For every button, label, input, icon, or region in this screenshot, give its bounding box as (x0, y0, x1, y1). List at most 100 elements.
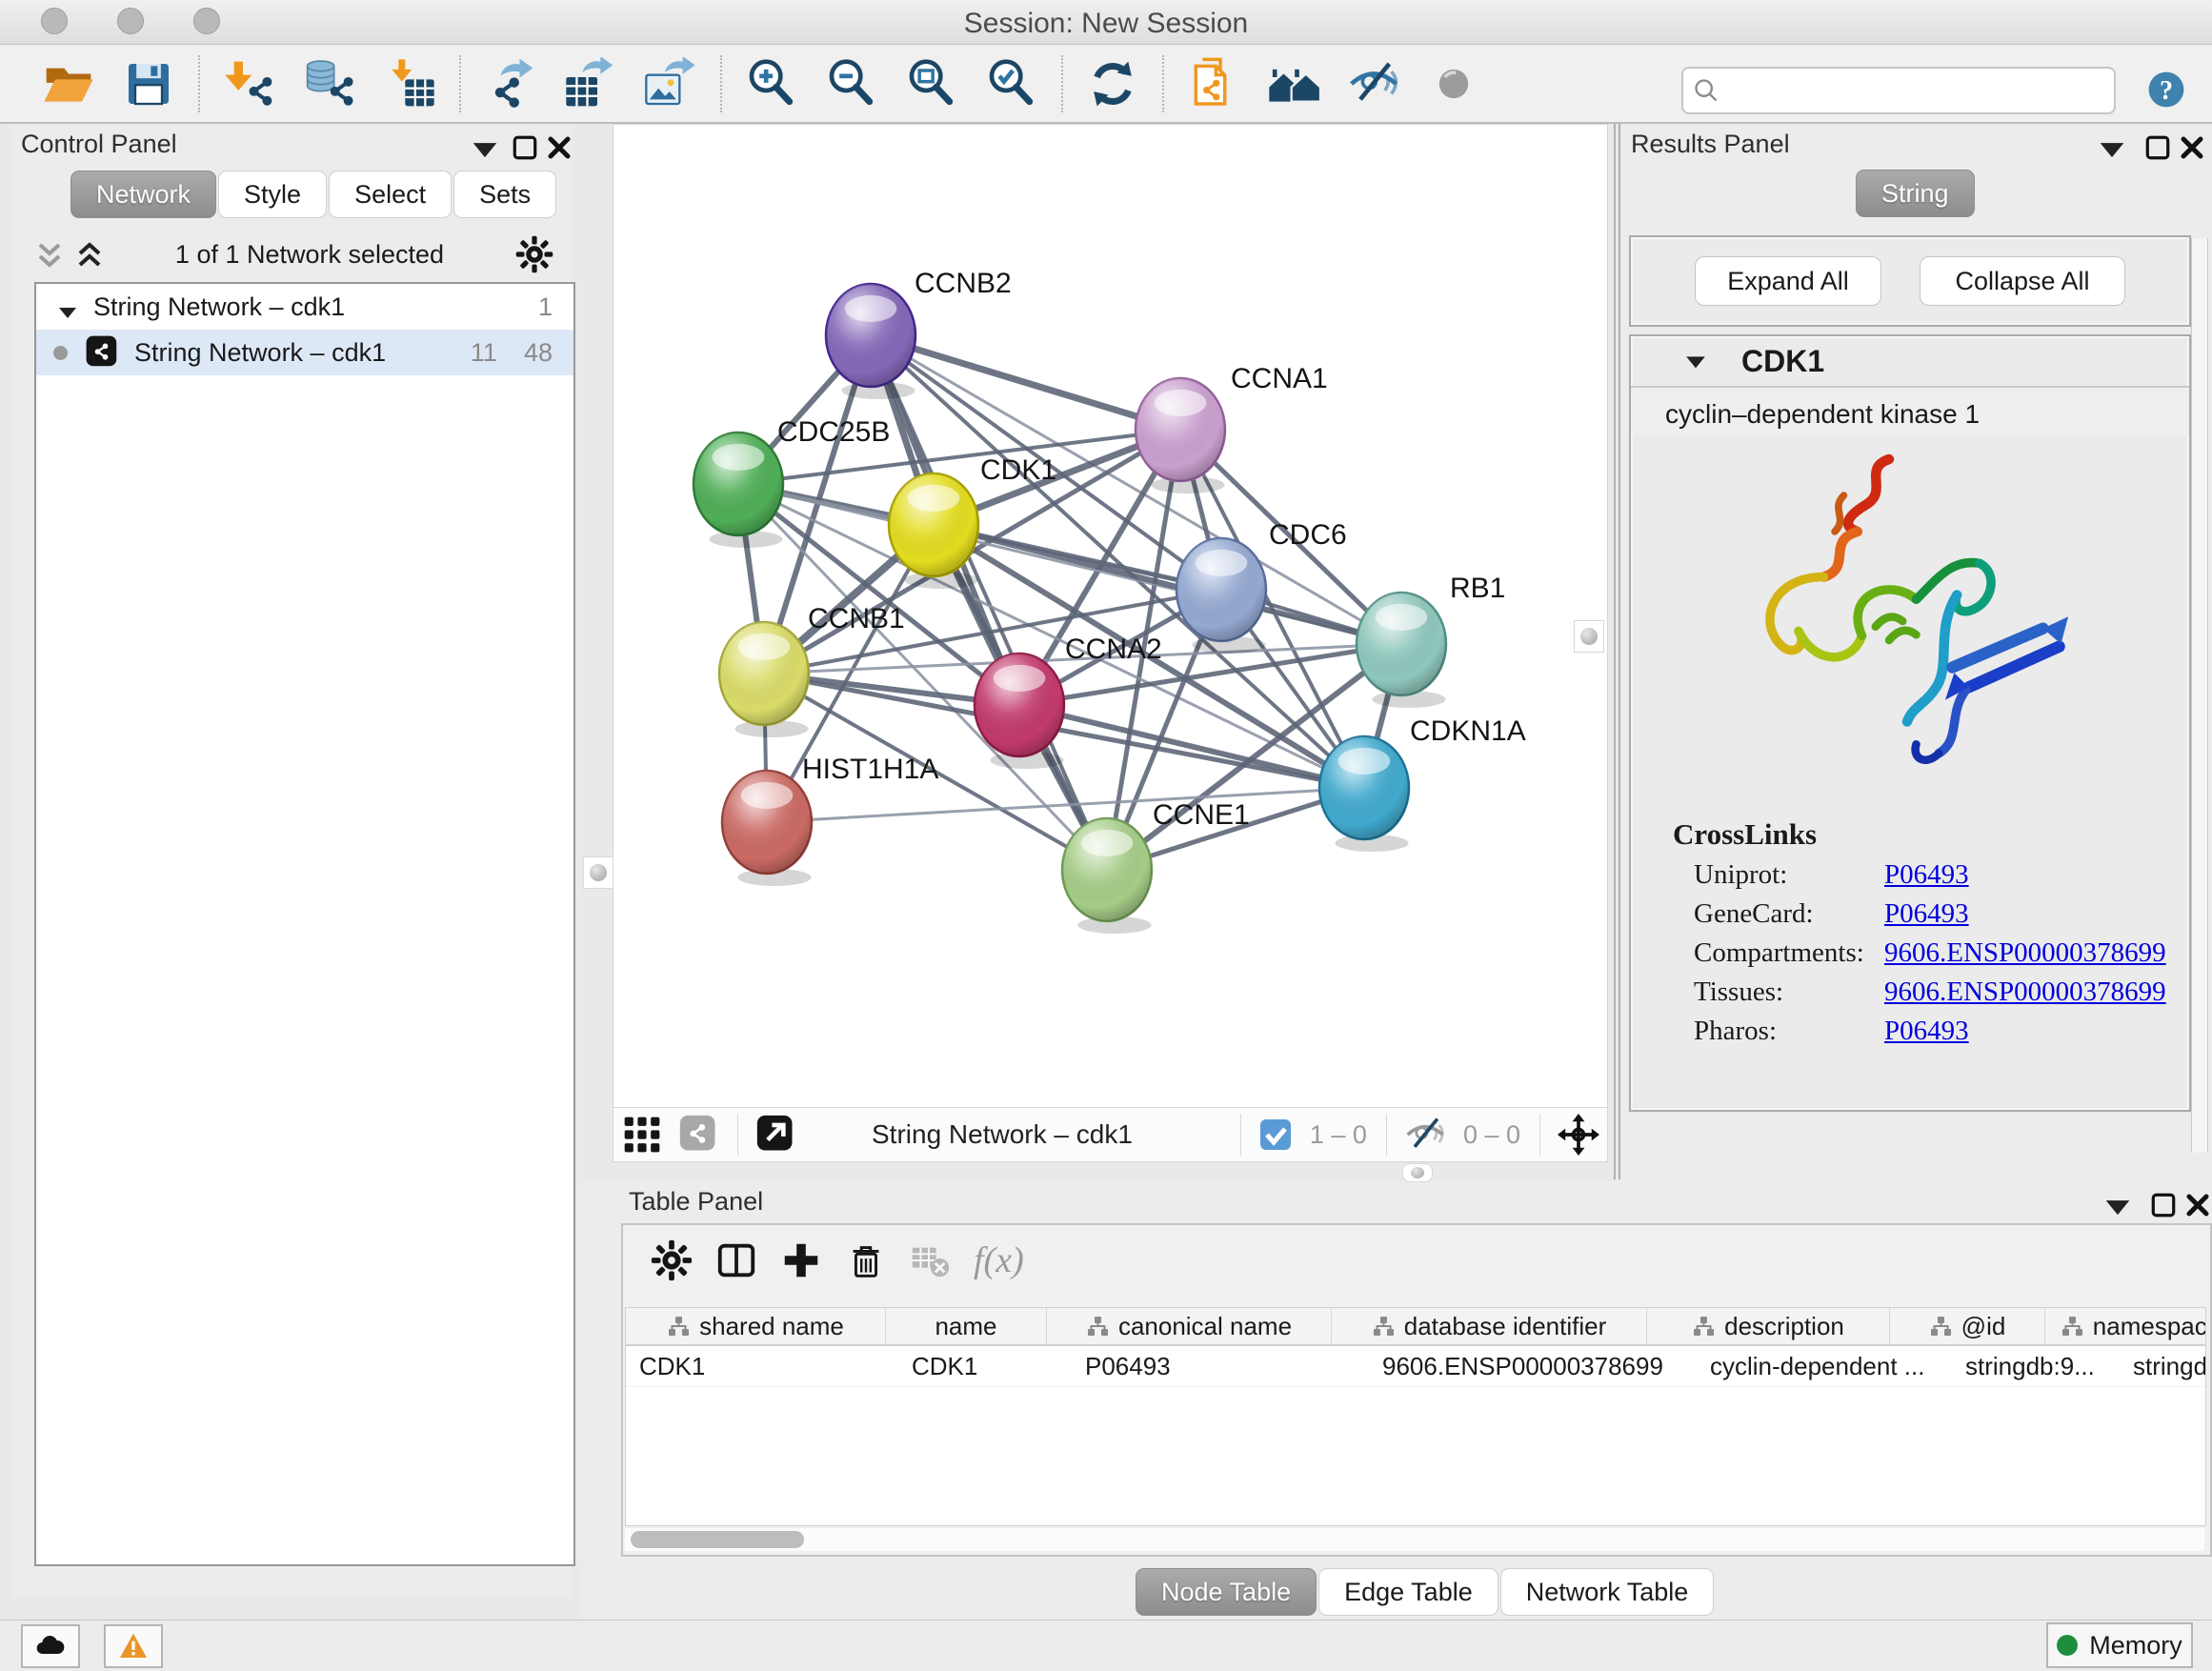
cloud-icon[interactable] (21, 1624, 80, 1668)
table-cell[interactable]: 9606.ENSP00000378699 (1369, 1346, 1697, 1386)
show-all-icon[interactable] (1427, 57, 1480, 111)
export-image-icon[interactable] (644, 57, 697, 111)
node-HIST1H1A[interactable] (722, 771, 812, 886)
table-cell[interactable]: cyclin-dependent ... (1697, 1346, 1952, 1386)
node-CDC25B[interactable] (694, 433, 783, 548)
delete-table-icon[interactable] (909, 1238, 953, 1282)
edge-CCNB2-CCNE1[interactable] (871, 335, 1107, 870)
network-overview-grid-icon[interactable] (621, 1114, 663, 1156)
column-header-shared-name[interactable]: shared name (626, 1308, 886, 1344)
results-scrollbar[interactable] (2191, 238, 2208, 1153)
zoom-out-icon[interactable] (825, 57, 878, 111)
table-hscrollbar[interactable] (625, 1528, 2204, 1551)
network-birdseye-icon[interactable] (678, 1114, 720, 1156)
import-network-database-icon[interactable] (303, 57, 356, 111)
column-header-name[interactable]: name (886, 1308, 1047, 1344)
gear-icon[interactable] (514, 234, 554, 274)
table-settings-icon[interactable] (650, 1238, 694, 1282)
panel-collapse-icon[interactable] (2103, 1193, 2132, 1221)
hide-selected-icon[interactable] (1347, 57, 1400, 111)
crosslink-link[interactable]: 9606.ENSP00000378699 (1884, 937, 2166, 969)
edge-CCNB2-CCNA1[interactable] (871, 335, 1180, 430)
splitter-handle[interactable] (583, 856, 613, 889)
panel-float-icon[interactable] (2149, 1191, 2178, 1219)
tab-sets[interactable]: Sets (453, 171, 556, 218)
delete-row-icon[interactable] (844, 1238, 888, 1282)
tab-node-table[interactable]: Node Table (1136, 1568, 1317, 1616)
node-CCNB1[interactable] (719, 622, 809, 737)
table-cell[interactable]: stringdb:9... (1952, 1346, 2120, 1386)
panel-float-icon[interactable] (2143, 133, 2172, 162)
splitter-handle[interactable] (1402, 1163, 1433, 1182)
detach-view-icon[interactable] (755, 1114, 797, 1156)
fit-content-icon[interactable] (905, 57, 958, 111)
tab-string[interactable]: String (1856, 170, 1975, 217)
tab-select[interactable]: Select (329, 171, 452, 218)
vertical-splitter[interactable] (1619, 124, 1620, 1179)
scrollbar-thumb[interactable] (631, 1531, 804, 1548)
table-cell[interactable]: P06493 (1072, 1346, 1369, 1386)
tab-style[interactable]: Style (218, 171, 327, 218)
panel-close-icon[interactable] (545, 133, 573, 162)
crosslink-link[interactable]: P06493 (1884, 898, 1969, 930)
add-row-icon[interactable] (779, 1238, 823, 1282)
network-canvas[interactable]: CCNB2CCNA1CDC25BCDK1CDC6RB1CCNB1CCNA2CDK… (613, 124, 1608, 1109)
crosslink-link[interactable]: P06493 (1884, 859, 1969, 891)
panel-float-icon[interactable] (511, 133, 539, 162)
export-table-icon[interactable] (564, 57, 617, 111)
node-CDKN1A[interactable] (1319, 736, 1409, 852)
zoom-in-icon[interactable] (745, 57, 798, 111)
table-cell[interactable]: stringdb (2120, 1346, 2206, 1386)
table-cell[interactable]: CDK1 (626, 1346, 898, 1386)
manage-columns-icon[interactable] (714, 1238, 758, 1282)
triangle-down-icon[interactable] (57, 298, 78, 315)
crosslink-link[interactable]: P06493 (1884, 1016, 1969, 1047)
save-session-icon[interactable] (122, 57, 175, 111)
splitter-handle[interactable] (1574, 620, 1604, 653)
gene-section-header[interactable]: CDK1 (1631, 336, 2189, 388)
pan-crosshair-icon[interactable] (1558, 1114, 1599, 1156)
open-session-icon[interactable] (42, 57, 95, 111)
node-RB1[interactable] (1357, 593, 1446, 708)
vertical-splitter[interactable] (1614, 124, 1616, 1179)
export-network-icon[interactable] (484, 57, 537, 111)
tab-network[interactable]: Network (70, 171, 216, 218)
function-builder-button[interactable]: f(x) (974, 1239, 1024, 1281)
node-CCNB2[interactable] (826, 284, 915, 399)
import-table-file-icon[interactable] (383, 57, 436, 111)
network-graph[interactable]: CCNB2CCNA1CDC25BCDK1CDC6RB1CCNB1CCNA2CDK… (613, 125, 1607, 1108)
column-header-namespace[interactable]: namespace (2045, 1308, 2206, 1344)
new-network-from-selection-icon[interactable] (1187, 57, 1240, 111)
zoom-selected-icon[interactable] (985, 57, 1038, 111)
node-CCNE1[interactable] (1062, 818, 1152, 934)
table-row[interactable]: CDK1CDK1P064939606.ENSP00000378699cyclin… (626, 1346, 2205, 1387)
warning-icon[interactable] (104, 1624, 163, 1668)
tab-network-table[interactable]: Network Table (1500, 1568, 1715, 1616)
panel-collapse-icon[interactable] (2098, 135, 2126, 164)
selected-checkbox-icon[interactable] (1258, 1117, 1293, 1152)
panel-collapse-icon[interactable] (471, 135, 499, 164)
chevron-double-up-icon[interactable] (74, 237, 105, 272)
search-input[interactable] (1727, 70, 2102, 109)
tab-edge-table[interactable]: Edge Table (1318, 1568, 1498, 1616)
expand-all-button[interactable]: Expand All (1695, 256, 1881, 306)
column-header-description[interactable]: description (1647, 1308, 1890, 1344)
first-neighbors-icon[interactable] (1267, 57, 1320, 111)
triangle-down-icon[interactable] (1684, 352, 1707, 370)
node-CCNA1[interactable] (1136, 378, 1225, 493)
help-button[interactable]: ? (2142, 65, 2191, 114)
panel-close-icon[interactable] (2183, 1191, 2212, 1219)
network-row[interactable]: String Network – cdk1 11 48 (36, 330, 573, 375)
network-collection-row[interactable]: String Network – cdk1 1 (36, 284, 573, 330)
memory-button[interactable]: Memory (2046, 1622, 2193, 1668)
column-header-database-identifier[interactable]: database identifier (1332, 1308, 1647, 1344)
collapse-all-button[interactable]: Collapse All (1920, 256, 2125, 306)
table-cell[interactable]: CDK1 (898, 1346, 1072, 1386)
import-network-file-icon[interactable] (223, 57, 276, 111)
chevron-double-down-icon[interactable] (34, 237, 65, 272)
column-header-canonical-name[interactable]: canonical name (1047, 1308, 1332, 1344)
column-header-@id[interactable]: @id (1890, 1308, 2045, 1344)
panel-close-icon[interactable] (2178, 133, 2206, 162)
apply-preferred-layout-icon[interactable] (1086, 57, 1139, 111)
crosslink-link[interactable]: 9606.ENSP00000378699 (1884, 976, 2166, 1008)
